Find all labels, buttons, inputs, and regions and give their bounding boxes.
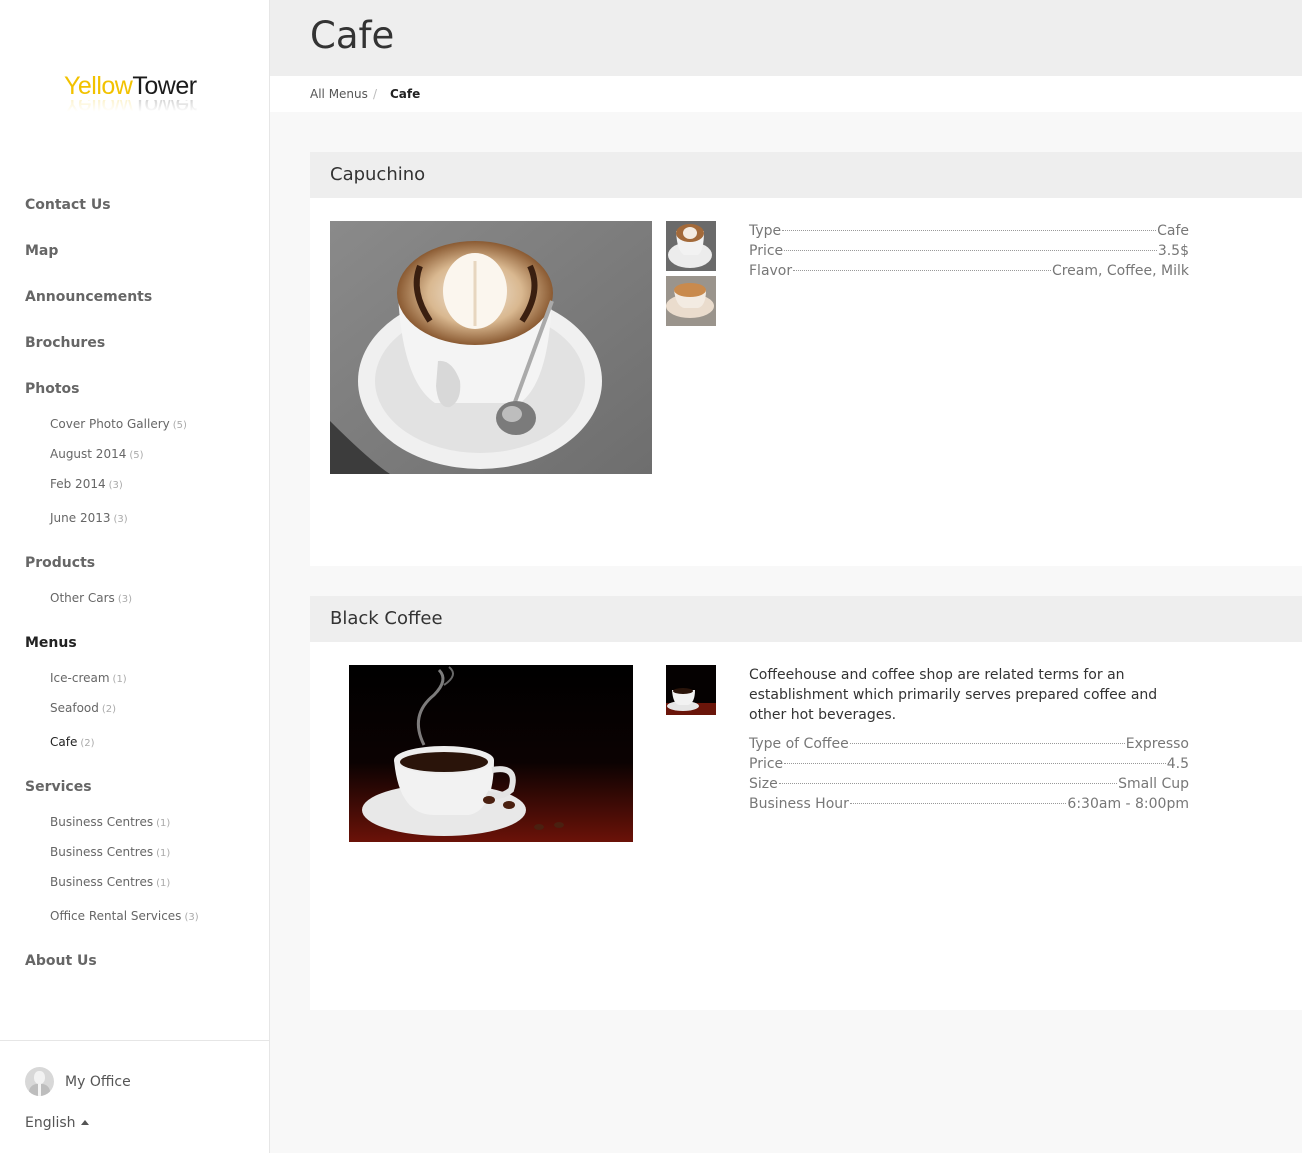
subnav-count: (5) (129, 450, 144, 461)
detail-label: Size (749, 776, 778, 792)
subnav-count: (2) (80, 738, 95, 749)
subnav-other-cars[interactable]: Other Cars (3) (50, 591, 132, 605)
detail-label: Flavor (749, 263, 793, 279)
breadcrumb: All Menus / Cafe (270, 76, 1302, 112)
detail-label: Business Hour (749, 796, 849, 812)
subnav-feb-2014[interactable]: Feb 2014 (3) (50, 477, 123, 491)
details-list: Type Cafe Price 3.5$ Flavor Cream, Coffee, … (749, 221, 1189, 281)
detail-row: Price 4.5 (749, 754, 1189, 774)
breadcrumb-separator: / (373, 87, 378, 101)
subnav-label: Seafood (50, 701, 99, 715)
nav-about-us[interactable]: About Us (25, 953, 97, 969)
nav-services[interactable]: Services (25, 779, 92, 795)
detail-value: Small Cup (1118, 776, 1189, 792)
details-list: Coffeehouse and coffee shop are related … (749, 665, 1189, 814)
sidebar: YellowTower YellowTower Contact Us Map A… (0, 0, 270, 1153)
detail-value: 6:30am - 8:00pm (1067, 796, 1189, 812)
detail-row: Type Cafe (749, 221, 1189, 241)
subnav-august-2014[interactable]: August 2014 (5) (50, 447, 144, 461)
menu-item-title: Black Coffee (310, 596, 1302, 642)
detail-row: Type of Coffee Expresso (749, 734, 1189, 754)
subnav-business-centres-3[interactable]: Business Centres (1) (50, 875, 170, 889)
detail-value: 3.5$ (1157, 243, 1189, 259)
detail-value: 4.5 (1166, 756, 1189, 772)
subnav-label: Office Rental Services (50, 909, 182, 923)
subnav-count: (1) (156, 818, 171, 829)
detail-row: Size Small Cup (749, 774, 1189, 794)
detail-label: Type of Coffee (749, 736, 849, 752)
nav-brochures[interactable]: Brochures (25, 335, 105, 351)
subnav-count: (2) (101, 704, 117, 715)
language-selector[interactable]: English (25, 1115, 89, 1131)
subnav-count: (1) (156, 848, 171, 859)
subnav-count: (3) (108, 480, 123, 491)
nav-map[interactable]: Map (25, 243, 58, 259)
nav-photos[interactable]: Photos (25, 381, 80, 397)
subnav-label: Business Centres (50, 845, 154, 859)
subnav-label: Other Cars (50, 591, 115, 605)
logo-text-yellow: Yellow (64, 72, 133, 100)
detail-label: Type (749, 223, 782, 239)
detail-label: Price (749, 243, 784, 259)
detail-row: Business Hour 6:30am - 8:00pm (749, 794, 1189, 814)
detail-value: Expresso (1125, 736, 1189, 752)
subnav-label: Cover Photo Gallery (50, 417, 170, 431)
nav-contact-us[interactable]: Contact Us (25, 197, 111, 213)
avatar (25, 1067, 54, 1096)
subnav-cafe[interactable]: Cafe (2) (50, 735, 95, 749)
breadcrumb-all-menus[interactable]: All Menus (310, 87, 368, 101)
menu-item-description: Coffeehouse and coffee shop are related … (749, 667, 1158, 723)
subnav-label: Business Centres (50, 815, 154, 829)
subnav-count: (3) (117, 594, 132, 605)
nav-menus[interactable]: Menus (25, 635, 77, 651)
subnav-label: June 2013 (50, 511, 111, 525)
subnav-label: Ice-cream (50, 671, 110, 685)
language-label: English (25, 1115, 76, 1131)
subnav-label: August 2014 (50, 447, 127, 461)
subnav-june-2013[interactable]: June 2013 (3) (50, 511, 128, 525)
nav-products[interactable]: Products (25, 555, 95, 571)
logo-text-dark: Tower (132, 72, 197, 100)
subnav-seafood[interactable]: Seafood (2) (50, 701, 116, 715)
menu-item-title: Capuchino (310, 152, 1302, 198)
main-photo-cappuccino[interactable] (330, 221, 652, 474)
thumbnail-latte-art[interactable] (666, 221, 716, 271)
subnav-office-rental-services[interactable]: Office Rental Services (3) (50, 909, 199, 923)
detail-label: Price (749, 756, 784, 772)
detail-row: Price 3.5$ (749, 241, 1189, 261)
subnav-count: (5) (172, 420, 187, 431)
brand-logo[interactable]: YellowTower YellowTower (64, 72, 214, 116)
subnav-count: (1) (112, 674, 127, 685)
page-title: Cafe (310, 14, 395, 57)
breadcrumb-current: Cafe (390, 87, 421, 101)
subnav-ice-cream[interactable]: Ice-cream (1) (50, 671, 127, 685)
subnav-label: Feb 2014 (50, 477, 106, 491)
detail-value: Cream, Coffee, Milk (1051, 263, 1189, 279)
menu-item-card: Black Coffee Coffeehouse and coffee shop… (310, 596, 1302, 1010)
logo-reflection: YellowTower (64, 100, 214, 112)
thumbnail-black-coffee[interactable] (666, 665, 716, 715)
subnav-label: Cafe (50, 735, 78, 749)
caret-up-icon (80, 1119, 89, 1125)
my-office-label: My Office (65, 1073, 131, 1090)
subnav-business-centres-2[interactable]: Business Centres (1) (50, 845, 170, 859)
subnav-business-centres-1[interactable]: Business Centres (1) (50, 815, 170, 829)
my-office-link[interactable]: My Office (25, 1067, 131, 1096)
detail-row: Flavor Cream, Coffee, Milk (749, 261, 1189, 281)
subnav-count: (1) (156, 878, 171, 889)
nav-announcements[interactable]: Announcements (25, 289, 152, 305)
subnav-count: (3) (113, 514, 128, 525)
subnav-cover-photo-gallery[interactable]: Cover Photo Gallery (5) (50, 417, 187, 431)
detail-value: Cafe (1157, 223, 1189, 239)
sidebar-footer: My Office English (0, 1040, 269, 1153)
page-header: Cafe (270, 0, 1302, 76)
subnav-count: (3) (184, 912, 199, 923)
thumbnail-cappuccino[interactable] (666, 276, 716, 326)
menu-item-card: Capuchino Type Cafe Price 3.5$ Flavor Cr… (310, 152, 1302, 566)
subnav-label: Business Centres (50, 875, 154, 889)
main-photo-black-coffee[interactable] (349, 665, 633, 842)
